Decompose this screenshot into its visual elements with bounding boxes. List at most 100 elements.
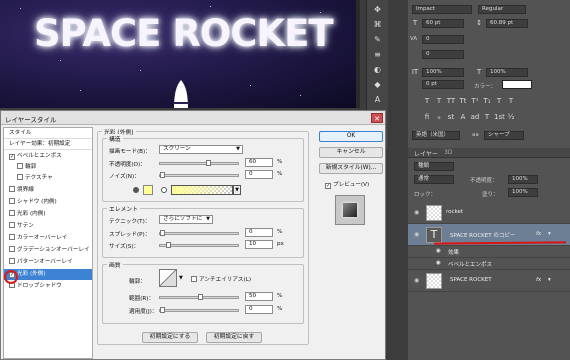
strikethrough-icon[interactable]: T — [506, 96, 516, 106]
style-item-pattern-overlay[interactable]: パターンオーバーレイ — [4, 257, 92, 268]
style-item-contour[interactable]: 輪郭 — [4, 162, 92, 173]
layers-icon[interactable]: ≡ — [372, 50, 384, 60]
jitter-field[interactable]: 0 — [245, 305, 273, 314]
effects-eye-icon[interactable]: ◉ — [436, 248, 441, 254]
gradient-picker[interactable] — [171, 185, 233, 195]
underline-icon[interactable]: T — [494, 96, 504, 106]
move-tool-icon[interactable]: ✥ — [372, 5, 384, 15]
checkbox-checked-icon[interactable]: ✓ — [325, 183, 331, 189]
ok-button[interactable]: OK — [319, 131, 383, 142]
range-slider[interactable] — [159, 294, 239, 300]
font-family-select[interactable]: Impact — [412, 5, 472, 14]
opacity-field[interactable]: 60 — [245, 158, 273, 167]
new-style-button[interactable]: 新規スタイル(W)... — [319, 163, 383, 174]
visibility-eye-icon[interactable]: ◉ — [414, 209, 419, 216]
small-caps-icon[interactable]: Tt — [458, 96, 468, 106]
spread-slider[interactable] — [159, 230, 239, 236]
style-item-inner-shadow[interactable]: シャドウ (内側) — [4, 197, 92, 208]
slider-knob[interactable] — [160, 230, 165, 236]
brush-icon[interactable]: ✎ — [372, 35, 384, 45]
history-icon[interactable]: ⌘ — [372, 20, 384, 30]
language-select[interactable]: 英語（米国） — [412, 131, 460, 140]
tab-layers[interactable]: レイヤー — [414, 149, 438, 158]
visibility-eye-icon[interactable]: ◉ — [414, 277, 419, 284]
cancel-button[interactable]: キャンセル — [319, 147, 383, 158]
radio-color-selected[interactable] — [133, 187, 139, 193]
kerning-field[interactable]: 0 — [422, 35, 464, 44]
adjust-icon[interactable]: ◐ — [372, 65, 384, 75]
glow-color-swatch[interactable] — [143, 185, 153, 195]
checkbox-icon[interactable] — [9, 210, 15, 216]
effects-row[interactable]: ◉ 効果 — [408, 246, 570, 258]
discretionary-icon[interactable]: ℴ — [434, 112, 444, 122]
checkbox-icon[interactable] — [9, 234, 15, 240]
blend-mode-select[interactable]: スクリーン ▼ — [159, 145, 243, 154]
layer-fill-field[interactable]: 100% — [508, 188, 538, 197]
jitter-slider[interactable] — [159, 307, 239, 313]
checkbox-checked-icon[interactable]: ✓ — [9, 154, 15, 160]
range-field[interactable]: 50 — [245, 292, 273, 301]
layer-blend-select[interactable]: 通常 — [414, 175, 454, 184]
visibility-eye-icon[interactable]: ◉ — [414, 231, 419, 238]
style-item-texture[interactable]: テクスチャ — [4, 173, 92, 184]
expand-arrow-icon[interactable]: ▾ — [548, 277, 551, 283]
style-list-header[interactable]: スタイル — [4, 128, 92, 139]
style-item-color-overlay[interactable]: カラーオーバーレイ — [4, 233, 92, 244]
contour-preview-icon[interactable] — [159, 269, 177, 287]
noise-slider[interactable] — [159, 172, 239, 178]
expand-arrow-icon[interactable]: ▾ — [548, 231, 551, 237]
style-item-gradient-overlay[interactable]: グラデーションオーバーレイ — [4, 245, 92, 256]
opacity-slider[interactable] — [159, 160, 239, 166]
contour-dropdown-icon[interactable]: ▼ — [179, 275, 183, 281]
size-slider[interactable] — [159, 242, 239, 248]
faux-italic-icon[interactable]: T — [434, 96, 444, 106]
fx-badge[interactable]: fx — [536, 231, 541, 237]
text-color-swatch[interactable] — [502, 80, 532, 89]
dialog-titlebar[interactable]: レイヤースタイル ✕ — [1, 111, 385, 125]
antialias-select[interactable]: シャープ — [484, 131, 524, 140]
style-list-default-effects[interactable]: レイヤー効果：初期設定 — [4, 139, 92, 150]
leading-field[interactable]: 60.89 pt — [486, 19, 528, 28]
layer-row-space-rocket[interactable]: ◉ SPACE ROCKET fx ▾ — [408, 270, 570, 292]
checkbox-icon[interactable] — [9, 258, 15, 264]
style-item-satin[interactable]: サテン — [4, 221, 92, 232]
antialias-option[interactable]: アンチエイリアス(L) — [191, 275, 251, 283]
text-icon[interactable]: A — [372, 95, 384, 105]
fill-icon[interactable]: ◆ — [372, 80, 384, 90]
ligature-icon[interactable]: fi — [422, 112, 432, 122]
close-button[interactable]: ✕ — [371, 113, 383, 123]
tab-3d[interactable]: 3D — [444, 149, 452, 156]
document-canvas[interactable]: SPACE ROCKET — [0, 0, 360, 108]
superscript-icon[interactable]: T¹ — [470, 96, 480, 106]
all-caps-icon[interactable]: TT — [446, 96, 456, 106]
font-size-field[interactable]: 60 pt — [422, 19, 464, 28]
fractions-icon[interactable]: 1st — [494, 112, 505, 122]
slider-knob[interactable] — [198, 294, 203, 300]
checkbox-icon[interactable] — [9, 186, 15, 192]
half-icon[interactable]: ½ — [506, 112, 516, 122]
titling-icon[interactable]: ad — [470, 112, 480, 122]
h-scale-field[interactable]: 100% — [486, 68, 528, 77]
technique-select[interactable]: さらにソフトに ▼ — [159, 215, 213, 224]
slider-knob[interactable] — [160, 307, 165, 313]
checkbox-icon[interactable] — [17, 163, 23, 169]
style-item-bevel[interactable]: ✓ ベベルとエンボス — [4, 151, 92, 162]
font-style-select[interactable]: Regular — [478, 5, 526, 14]
style-item-inner-glow[interactable]: 光彩 (内側) — [4, 209, 92, 220]
stylistic-icon[interactable]: A — [458, 112, 468, 122]
checkbox-icon[interactable] — [17, 174, 23, 180]
make-default-button[interactable]: 初期設定にする — [142, 332, 198, 343]
size-field[interactable]: 10 — [245, 240, 273, 249]
slider-knob[interactable] — [206, 160, 211, 166]
checkbox-icon[interactable] — [191, 276, 197, 282]
noise-field[interactable]: 0 — [245, 170, 273, 179]
style-item-stroke[interactable]: 境界線 — [4, 185, 92, 196]
slider-knob[interactable] — [166, 242, 171, 248]
checkbox-icon[interactable] — [9, 198, 15, 204]
ordinal-icon[interactable]: T — [482, 112, 492, 122]
v-scale-field[interactable]: 100% — [422, 68, 464, 77]
gradient-dropdown-icon[interactable]: ▼ — [233, 185, 241, 195]
swash-icon[interactable]: st — [446, 112, 456, 122]
effect-item-row[interactable]: ◉ ベベルとエンボス — [408, 258, 570, 270]
preview-option[interactable]: ✓ プレビュー(V) — [325, 180, 369, 189]
